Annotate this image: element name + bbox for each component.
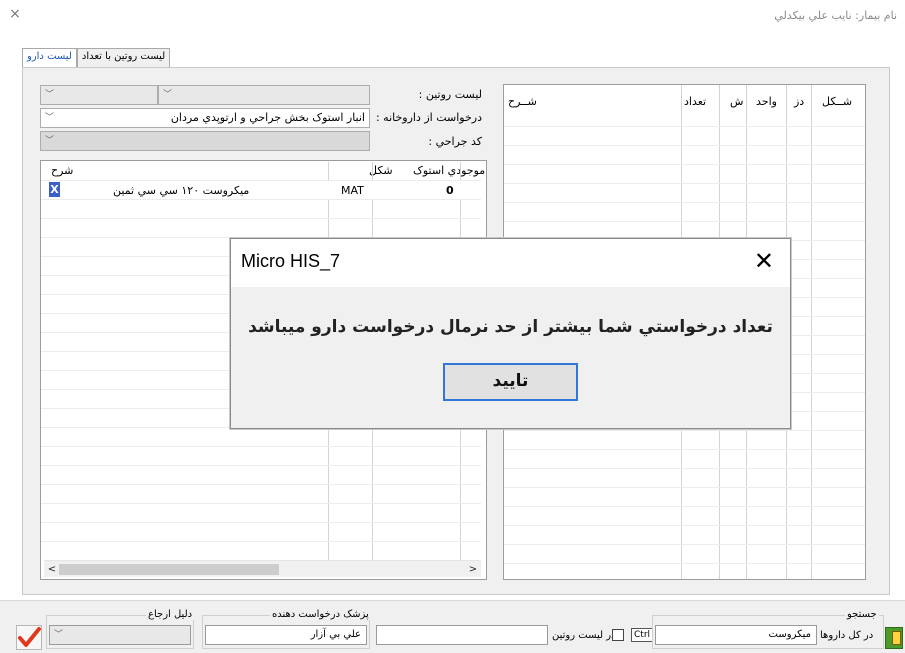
routine-search-input[interactable] [376, 625, 548, 645]
grid-line [41, 541, 481, 542]
app-icon[interactable] [885, 627, 903, 649]
dialog-close-icon[interactable]: ✕ [754, 249, 774, 273]
scroll-right-icon[interactable]: > [467, 561, 479, 578]
scrollbar-thumb[interactable] [59, 564, 279, 575]
message-dialog: Micro HIS_7 ✕ تعداد درخواستي شما بيشتر ا… [230, 238, 791, 429]
routine-combo-secondary[interactable]: ﹀ [40, 85, 158, 105]
col-sh[interactable]: ش [730, 95, 743, 108]
ok-button[interactable]: تاييد [443, 363, 578, 401]
dialog-message: تعداد درخواستي شما بيشتر از حد نرمال درخ… [248, 317, 773, 337]
chevron-down-icon: ﹀ [45, 90, 55, 100]
col-description[interactable]: شرح [51, 164, 73, 177]
dialog-title: Micro HIS_7 [241, 251, 341, 271]
grid-line [41, 503, 481, 504]
chevron-down-icon: ﹀ [45, 113, 55, 123]
request-from-label: درخواست از داروخانه : [375, 111, 482, 124]
doctor-value: علي بي آزار [310, 629, 361, 640]
remove-icon[interactable]: X [49, 182, 60, 197]
col-dose[interactable]: دز [794, 95, 804, 108]
surgery-code-combo[interactable]: ﹀ [40, 131, 370, 151]
grid-line [504, 126, 865, 127]
scroll-left-icon[interactable]: < [46, 561, 58, 578]
checkmark-icon [18, 627, 41, 647]
grid-line [41, 180, 481, 181]
search-input[interactable]: ميکروست [655, 625, 817, 645]
tab-drug-list[interactable]: ليست دارو [22, 48, 77, 67]
grid-line [504, 468, 865, 469]
grid-line [504, 525, 865, 526]
routine-list-combo[interactable]: ﹀ [158, 85, 370, 105]
grid-line [41, 522, 481, 523]
row-stock: 0 [446, 184, 454, 197]
routine-search-label: در ليست روتين [552, 630, 616, 641]
surgery-code-label: کد جراحي : [428, 135, 482, 148]
grid-line [504, 221, 865, 222]
grid-line [504, 449, 865, 450]
grid-line [504, 487, 865, 488]
col-form[interactable]: شــکل [822, 95, 852, 108]
window-title: نام بيمار: نايب علي بيکدلي [774, 9, 897, 22]
col-description[interactable]: شــرح [508, 95, 537, 108]
grid-line [41, 446, 481, 447]
routine-list-label: ليست روتين : [418, 88, 482, 101]
grid-line [41, 199, 481, 200]
row-description: ميکروست ۱۲۰ سي سي ثمين [113, 184, 250, 197]
return-reason-combo[interactable]: ﹀ [49, 625, 191, 645]
col-unit[interactable]: واحد [756, 95, 777, 108]
grid-line [504, 563, 865, 564]
grid-line [504, 544, 865, 545]
chevron-down-icon: ﹀ [54, 630, 64, 640]
left-grid-header: موجودي استوک شکل شرح [41, 162, 485, 179]
grid-line [504, 430, 865, 431]
grid-line [41, 218, 481, 219]
grid-line [41, 484, 481, 485]
doctor-field[interactable]: علي بي آزار [205, 625, 367, 645]
grid-line [504, 202, 865, 203]
grid-divider [811, 85, 812, 579]
search-title: جستجو [845, 609, 879, 620]
doctor-title: پزشک درخواست دهنده [270, 609, 371, 620]
tab-routine-list-count[interactable]: ليست روتين با تعداد [76, 48, 171, 67]
grid-line [504, 164, 865, 165]
routine-search-checkbox[interactable] [612, 629, 624, 641]
app-icon-inner [892, 631, 901, 645]
window-close-icon[interactable]: × [6, 5, 24, 23]
chevron-down-icon: ﹀ [45, 136, 55, 146]
window-titlebar: نام بيمار: نايب علي بيکدلي × [0, 0, 905, 30]
ctrl-badge: Ctrl [631, 628, 654, 642]
chevron-down-icon: ﹀ [163, 90, 173, 100]
table-row[interactable]: 0 MAT ميکروست ۱۲۰ سي سي ثمين X [41, 181, 480, 199]
col-stock[interactable]: موجودي استوک [413, 164, 485, 177]
pharmacy-value: انبار استوک بخش جراحي و ارتوپدي مردان [170, 111, 365, 124]
row-shape: MAT [341, 184, 364, 197]
grid-line [504, 183, 865, 184]
grid-line [504, 145, 865, 146]
horizontal-scrollbar[interactable]: < > [44, 560, 481, 577]
confirm-button[interactable] [16, 625, 42, 650]
col-count[interactable]: تعداد [684, 95, 706, 108]
grid-line [41, 465, 481, 466]
search-value: ميکروست [768, 629, 811, 640]
return-reason-title: دليل ارجاع [146, 609, 195, 620]
grid-line [504, 506, 865, 507]
pharmacy-combo[interactable]: ﹀ انبار استوک بخش جراحي و ارتوپدي مردان [40, 108, 370, 128]
tab-strip: ليست دارو ليست روتين با تعداد [22, 48, 171, 67]
all-drugs-label: در کل داروها [820, 630, 874, 641]
